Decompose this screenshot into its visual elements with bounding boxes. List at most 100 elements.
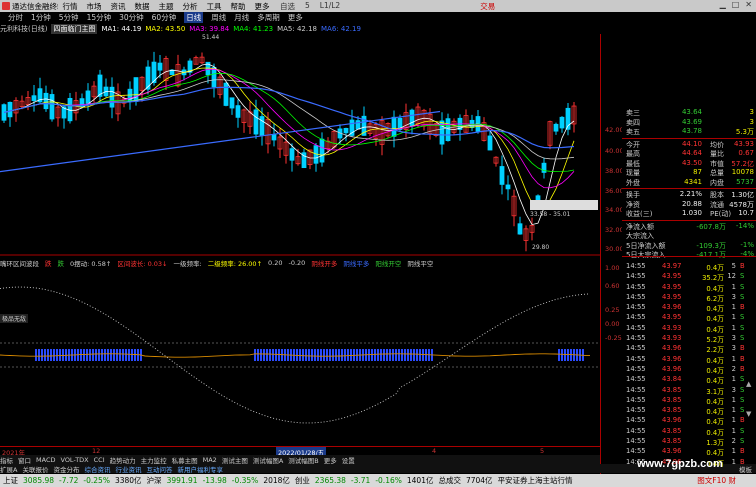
tick-row: 14:55 43.93 5.2万 3 S (622, 334, 756, 344)
tick-scrollbar[interactable]: ▲ ▼ (746, 380, 754, 420)
tick-time: 14:55 (626, 354, 646, 363)
candle-body (259, 116, 265, 136)
menu-item[interactable]: 市场 (82, 1, 106, 12)
ask-row: 卖五 43.78 5.3万 (622, 127, 756, 137)
stat-label: 外盘 (626, 178, 640, 187)
period-tab[interactable]: 月线 (234, 12, 249, 23)
indicator-tab[interactable]: 设置 (342, 455, 355, 465)
menu-extra-num[interactable]: 5 (305, 1, 310, 12)
scroll-down-icon[interactable]: ▼ (746, 410, 754, 418)
indicator-tab[interactable]: MACD (36, 456, 55, 464)
signal-bar (558, 349, 560, 361)
menu-item[interactable]: 行情 (58, 1, 82, 12)
signal-bar (299, 349, 301, 361)
extension-tab[interactable]: 互动问答 (146, 464, 172, 474)
tick-side: S (740, 272, 745, 281)
candle-body (85, 90, 91, 104)
stat-value: 2.21% (679, 190, 702, 198)
price-tick: 34.00 (605, 206, 624, 214)
indicator-tab[interactable]: 测试幅图A (253, 455, 283, 465)
candle-body (343, 127, 349, 134)
sub-tick: 0.25 (605, 306, 620, 314)
tick-count: 1 (731, 447, 736, 456)
index-value: 2365.38 (314, 476, 346, 485)
tick-price: 43.95 (662, 282, 682, 291)
menu-item[interactable]: 帮助 (226, 1, 250, 12)
maximize-icon[interactable]: □ (732, 0, 740, 9)
oscillator-chart[interactable] (0, 267, 600, 445)
stat-label: 内盘 (710, 178, 724, 187)
sub-header-item: 0.20 (268, 258, 283, 267)
extension-tab[interactable]: 关联报价 (22, 464, 48, 474)
tick-price: 43.96 (662, 364, 682, 373)
period-tab[interactable]: 日线 (184, 12, 204, 23)
indicator-tab[interactable]: CCI (94, 456, 105, 464)
period-tab[interactable]: 60分钟 (152, 12, 177, 23)
trade-button[interactable]: 交易 (480, 1, 495, 12)
period-tab[interactable]: 30分钟 (119, 12, 144, 23)
scroll-up-icon[interactable]: ▲ (746, 380, 754, 388)
candle-body (445, 118, 451, 142)
index-name[interactable]: 上证 (3, 475, 18, 486)
signal-bar (95, 349, 97, 361)
tick-price: 43.93 (662, 334, 682, 343)
menu-item[interactable]: 资讯 (106, 1, 130, 12)
sub-header-item: 区间波长: 0.03↓ (117, 259, 168, 268)
candle-body (487, 135, 493, 151)
server-name[interactable]: 平安证券上海主站行情 (498, 475, 573, 486)
tick-count: 1 (731, 354, 736, 363)
candle-body (553, 123, 559, 132)
extension-tab[interactable]: 综合资讯 (84, 464, 110, 474)
menu-item[interactable]: 主题 (154, 1, 178, 12)
index-change: -7.72 (59, 476, 79, 485)
index-name[interactable]: 沪深 (147, 475, 162, 486)
menu-item[interactable]: 分析 (178, 1, 202, 12)
extension-tab[interactable]: 资金分布 (53, 464, 79, 474)
menu-item[interactable]: 数据 (130, 1, 154, 12)
period-tab[interactable]: 多周期 (257, 12, 280, 23)
period-tab[interactable]: 周线 (211, 12, 226, 23)
tick-price: 43.96 (662, 344, 682, 353)
f10-button[interactable]: 图文F10 财 (697, 475, 756, 486)
period-tab[interactable]: 更多 (288, 12, 303, 23)
indicator-tag[interactable]: 四面临门主图 (51, 24, 98, 34)
extension-tab[interactable]: 扩展A (0, 464, 17, 474)
extension-tab[interactable]: 行业资讯 (115, 464, 141, 474)
tick-volume: 5.2万 (706, 336, 724, 345)
candlestick-chart[interactable] (0, 34, 600, 256)
period-tab[interactable]: 1分钟 (31, 12, 51, 23)
ask-volume: 3 (749, 108, 754, 116)
sub-indicator-name[interactable]: 嘴环区间波段 (0, 258, 39, 268)
extension-tab[interactable]: 新用户福利专享 (177, 464, 223, 474)
tick-list[interactable]: 14:55 43.97 0.4万 5 B 14:55 43.95 35.2万 12 S 14:55 4… (622, 262, 756, 472)
ask-price: 43.64 (681, 108, 702, 116)
indicator-tab[interactable]: 测试幅图B (288, 455, 318, 465)
index-name[interactable]: 创业 (295, 475, 310, 486)
indicator-tab[interactable]: MA2 (203, 456, 217, 464)
index-percent: -0.25% (83, 476, 110, 485)
menu-item[interactable]: 更多 (250, 1, 274, 12)
tick-row: 14:55 43.84 0.4万 1 S (622, 375, 756, 385)
minimize-icon[interactable]: ▁ (720, 0, 726, 9)
period-tab[interactable]: 15分钟 (87, 12, 112, 23)
signal-bar (422, 349, 424, 361)
index-amount: 3380亿 (114, 476, 142, 485)
menu-item[interactable]: 工具 (202, 1, 226, 12)
menu-extra-fav[interactable]: 自选 (280, 1, 295, 12)
signal-bar (338, 349, 340, 361)
stat-label: 换手 (626, 191, 640, 199)
indicator-tab[interactable]: 更多 (324, 455, 337, 465)
indicator-tab[interactable]: VOL-TDX (60, 456, 88, 464)
stat-label: 收益(三) (626, 210, 653, 218)
indicator-tab[interactable]: 测试主图 (222, 455, 248, 465)
period-tab[interactable]: 分时 (8, 12, 23, 23)
price-tick: 40.00 (605, 147, 624, 155)
period-tab[interactable]: 5分钟 (59, 12, 79, 23)
signal-bar (260, 349, 262, 361)
close-icon[interactable]: ✕ (745, 0, 752, 9)
signal-bar (416, 349, 418, 361)
candle-body (559, 116, 565, 129)
menu-tail[interactable]: L1/L2 (320, 1, 340, 12)
signal-bar (128, 349, 130, 361)
tick-time: 14:55 (626, 282, 646, 291)
